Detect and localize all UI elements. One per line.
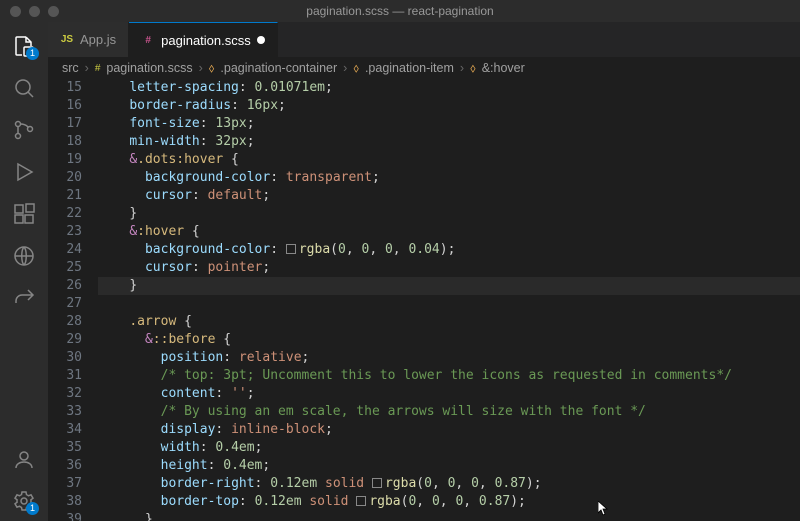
- file-icon: #: [95, 63, 101, 74]
- breadcrumb-item[interactable]: src: [62, 61, 79, 75]
- code-line[interactable]: height: 0.4em;: [98, 457, 800, 475]
- code-line[interactable]: position: relative;: [98, 349, 800, 367]
- source-control-icon[interactable]: [0, 110, 48, 150]
- chevron-right-icon: ›: [343, 61, 347, 75]
- line-number: 26: [48, 277, 82, 295]
- code-line[interactable]: font-size: 13px;: [98, 115, 800, 133]
- editor-tabs: JS App.js # pagination.scss: [48, 22, 800, 57]
- line-number: 39: [48, 511, 82, 521]
- line-number: 27: [48, 295, 82, 313]
- color-swatch-icon: [372, 478, 382, 488]
- code-line[interactable]: letter-spacing: 0.01071em;: [98, 79, 800, 97]
- line-number: 30: [48, 349, 82, 367]
- line-number: 29: [48, 331, 82, 349]
- code-line[interactable]: .arrow {: [98, 313, 800, 331]
- breadcrumb[interactable]: src › # pagination.scss › ⬨ .pagination-contai…: [48, 57, 800, 79]
- line-number: 38: [48, 493, 82, 511]
- maximize-window-icon[interactable]: [48, 6, 59, 17]
- code-line[interactable]: background-color: rgba(0, 0, 0, 0.04);: [98, 241, 800, 259]
- line-number: 21: [48, 187, 82, 205]
- symbol-icon: ⬨: [209, 61, 215, 76]
- code-line[interactable]: min-width: 32px;: [98, 133, 800, 151]
- line-number: 31: [48, 367, 82, 385]
- code-line[interactable]: /* By using an em scale, the arrows will…: [98, 403, 800, 421]
- breadcrumb-item[interactable]: &:hover: [482, 61, 525, 75]
- breadcrumb-item[interactable]: .pagination-container: [220, 61, 337, 75]
- share-icon[interactable]: [0, 278, 48, 318]
- close-window-icon[interactable]: [10, 6, 21, 17]
- line-number: 23: [48, 223, 82, 241]
- code-line[interactable]: &:hover {: [98, 223, 800, 241]
- line-number: 15: [48, 79, 82, 97]
- line-number: 25: [48, 259, 82, 277]
- code-line[interactable]: }: [98, 205, 800, 223]
- line-number: 33: [48, 403, 82, 421]
- breadcrumb-item[interactable]: pagination.scss: [106, 61, 192, 75]
- window-controls: [0, 6, 59, 17]
- code-line[interactable]: }: [98, 277, 800, 295]
- tab-pagination-scss[interactable]: # pagination.scss: [129, 22, 278, 57]
- debug-icon[interactable]: [0, 152, 48, 192]
- dirty-indicator-icon: [257, 36, 265, 44]
- code-content[interactable]: letter-spacing: 0.01071em; border-radius…: [98, 79, 800, 521]
- tab-label: App.js: [80, 32, 116, 47]
- line-number: 18: [48, 133, 82, 151]
- chevron-right-icon: ›: [460, 61, 464, 75]
- file-icon: JS: [60, 33, 74, 47]
- line-number: 16: [48, 97, 82, 115]
- code-line[interactable]: width: 0.4em;: [98, 439, 800, 457]
- code-line[interactable]: cursor: pointer;: [98, 259, 800, 277]
- code-line[interactable]: background-color: transparent;: [98, 169, 800, 187]
- tab-label: pagination.scss: [161, 33, 251, 48]
- color-swatch-icon: [286, 244, 296, 254]
- line-number: 17: [48, 115, 82, 133]
- tab-App-js[interactable]: JS App.js: [48, 22, 129, 57]
- color-swatch-icon: [356, 496, 366, 506]
- code-editor[interactable]: 1516171819202122232425262728293031323334…: [48, 79, 800, 521]
- line-number: 22: [48, 205, 82, 223]
- line-gutter: 1516171819202122232425262728293031323334…: [48, 79, 98, 521]
- minimize-window-icon[interactable]: [29, 6, 40, 17]
- line-number: 32: [48, 385, 82, 403]
- extensions-icon[interactable]: [0, 194, 48, 234]
- code-line[interactable]: content: '';: [98, 385, 800, 403]
- symbol-icon: ⬨: [353, 61, 359, 76]
- line-number: 36: [48, 457, 82, 475]
- titlebar: pagination.scss — react-pagination: [0, 0, 800, 22]
- file-icon: #: [141, 33, 155, 47]
- line-number: 20: [48, 169, 82, 187]
- line-number: 35: [48, 439, 82, 457]
- explorer-badge: 1: [26, 47, 39, 60]
- code-line[interactable]: display: inline-block;: [98, 421, 800, 439]
- explorer-icon[interactable]: 1: [0, 26, 48, 66]
- line-number: 34: [48, 421, 82, 439]
- code-line[interactable]: &::before {: [98, 331, 800, 349]
- chevron-right-icon: ›: [85, 61, 89, 75]
- search-icon[interactable]: [0, 68, 48, 108]
- code-line[interactable]: border-top: 0.12em solid rgba(0, 0, 0, 0…: [98, 493, 800, 511]
- chevron-right-icon: ›: [199, 61, 203, 75]
- remote-icon[interactable]: [0, 236, 48, 276]
- settings-icon[interactable]: 1: [0, 481, 48, 521]
- settings-badge: 1: [26, 502, 39, 515]
- code-line[interactable]: [98, 295, 800, 313]
- line-number: 19: [48, 151, 82, 169]
- code-line[interactable]: &.dots:hover {: [98, 151, 800, 169]
- line-number: 24: [48, 241, 82, 259]
- line-number: 28: [48, 313, 82, 331]
- code-line[interactable]: }: [98, 511, 800, 521]
- line-number: 37: [48, 475, 82, 493]
- code-line[interactable]: border-right: 0.12em solid rgba(0, 0, 0,…: [98, 475, 800, 493]
- breadcrumb-item[interactable]: .pagination-item: [365, 61, 454, 75]
- account-icon[interactable]: [0, 439, 48, 479]
- code-line[interactable]: border-radius: 16px;: [98, 97, 800, 115]
- code-line[interactable]: cursor: default;: [98, 187, 800, 205]
- activity-bar: 1 1: [0, 22, 48, 521]
- symbol-icon: ⬨: [470, 61, 476, 76]
- window-title: pagination.scss — react-pagination: [0, 4, 800, 18]
- code-line[interactable]: /* top: 3pt; Uncomment this to lower the…: [98, 367, 800, 385]
